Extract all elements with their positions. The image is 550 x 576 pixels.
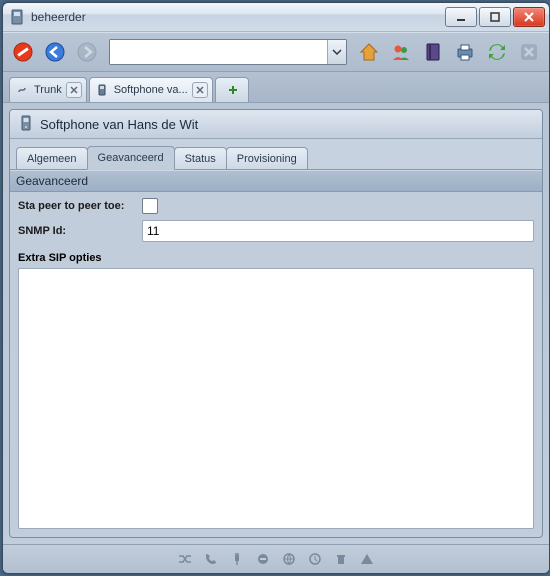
refresh-button[interactable]: [483, 38, 511, 66]
row-p2p: Sta peer to peer toe:: [18, 198, 534, 214]
window-title: beheerder: [31, 10, 445, 24]
snmp-label: SNMP Id:: [18, 225, 142, 237]
close-panel-button[interactable]: [515, 38, 543, 66]
status-warning-icon[interactable]: [359, 551, 375, 567]
statusbar: [3, 544, 549, 573]
tab-close-button[interactable]: [192, 82, 208, 98]
main-panel: Softphone van Hans de Wit Algemeen Geava…: [9, 109, 543, 538]
status-plug-icon[interactable]: [229, 551, 245, 567]
window-controls: [445, 7, 545, 27]
address-input[interactable]: [110, 40, 327, 64]
book-button[interactable]: [419, 38, 447, 66]
back-button[interactable]: [41, 38, 69, 66]
status-shuffle-icon[interactable]: [177, 551, 193, 567]
status-minus-icon[interactable]: [255, 551, 271, 567]
stop-button[interactable]: [9, 38, 37, 66]
titlebar: beheerder: [3, 3, 549, 32]
address-combo[interactable]: [109, 39, 347, 65]
form-area: Sta peer to peer toe: SNMP Id: Extra SIP…: [10, 192, 542, 537]
page-tab-softphone[interactable]: Softphone va...: [89, 77, 213, 102]
forward-button[interactable]: [73, 38, 101, 66]
page-tabstrip: Trunk Softphone va...: [3, 72, 549, 103]
status-phone-icon[interactable]: [203, 551, 219, 567]
panel-header: Softphone van Hans de Wit: [10, 110, 542, 139]
maximize-button[interactable]: [479, 7, 511, 27]
tab-label: Trunk: [34, 84, 62, 96]
panel-title: Softphone van Hans de Wit: [40, 117, 198, 132]
inner-tabstrip: Algemeen Geavanceerd Status Provisioning: [10, 139, 542, 170]
section-header: Geavanceerd: [10, 170, 542, 192]
status-trash-icon[interactable]: [333, 551, 349, 567]
address-dropdown[interactable]: [327, 40, 346, 64]
tab-close-button[interactable]: [66, 82, 82, 98]
page-tab-trunk[interactable]: Trunk: [9, 77, 87, 102]
row-snmp: SNMP Id:: [18, 220, 534, 242]
tab-algemeen[interactable]: Algemeen: [16, 147, 88, 169]
toolbar: [3, 32, 549, 72]
users-button[interactable]: [387, 38, 415, 66]
status-globe-icon[interactable]: [281, 551, 297, 567]
p2p-label: Sta peer to peer toe:: [18, 200, 142, 212]
sip-textarea[interactable]: [18, 268, 534, 529]
phone-icon: [96, 84, 110, 96]
home-button[interactable]: [355, 38, 383, 66]
app-icon: [9, 9, 25, 25]
p2p-checkbox[interactable]: [142, 198, 158, 214]
tab-provisioning[interactable]: Provisioning: [226, 147, 308, 169]
status-clock-icon[interactable]: [307, 551, 323, 567]
close-button[interactable]: [513, 7, 545, 27]
phone-icon: [18, 115, 34, 134]
section-title: Geavanceerd: [16, 174, 88, 188]
sip-label: Extra SIP opties: [18, 252, 534, 264]
add-tab-button[interactable]: [215, 77, 249, 102]
tab-geavanceerd[interactable]: Geavanceerd: [87, 146, 175, 170]
link-icon: [16, 84, 30, 96]
content-area: Softphone van Hans de Wit Algemeen Geava…: [3, 103, 549, 544]
minimize-button[interactable]: [445, 7, 477, 27]
snmp-input[interactable]: [142, 220, 534, 242]
app-window: beheerder: [2, 2, 550, 574]
tab-status[interactable]: Status: [174, 147, 227, 169]
print-button[interactable]: [451, 38, 479, 66]
tab-label: Softphone va...: [114, 84, 188, 96]
